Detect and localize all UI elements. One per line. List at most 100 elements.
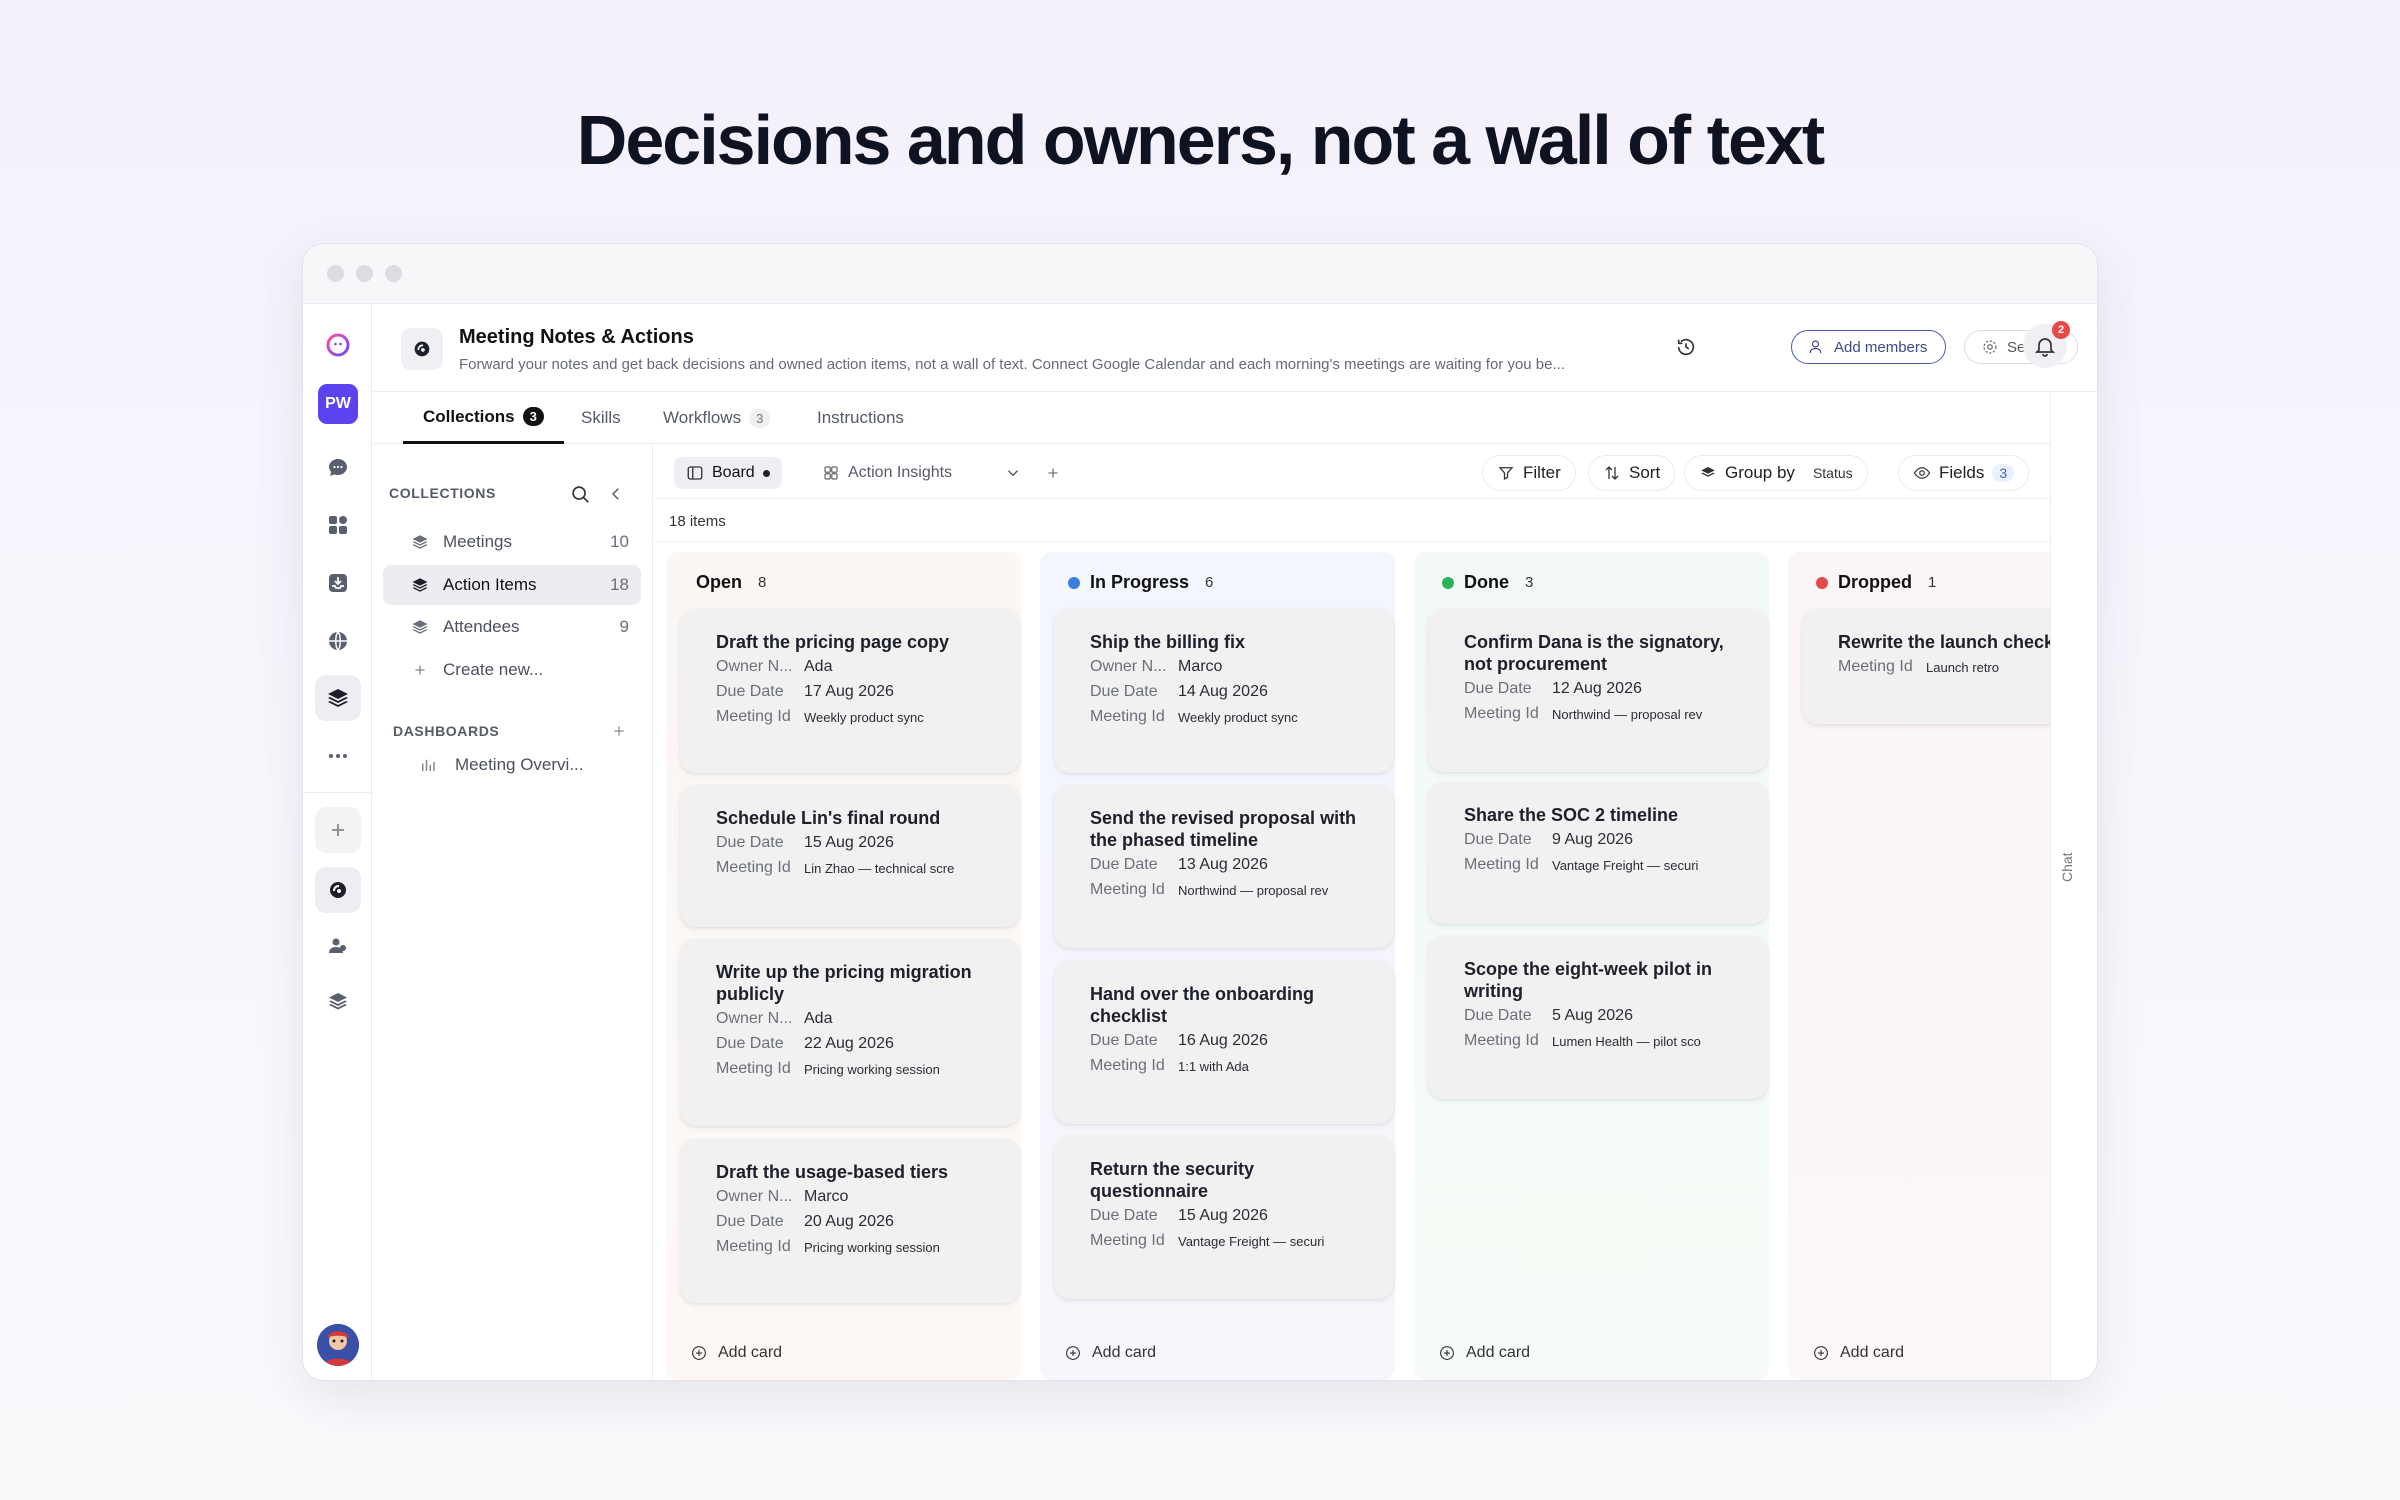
tab-collections[interactable]: Collections 3	[403, 392, 564, 444]
item-count: 18 items	[669, 513, 726, 530]
notifications-button[interactable]: 2	[2023, 321, 2070, 368]
fields-button[interactable]: Fields 3	[1898, 455, 2030, 491]
owner-value: Ada	[804, 1010, 833, 1027]
field-label: Due Date	[1090, 856, 1158, 873]
window-zoom-dot[interactable]	[385, 265, 402, 282]
add-card-button[interactable]: Add card	[1812, 1344, 1904, 1362]
bell-icon	[2034, 338, 2056, 357]
action-card[interactable]: Scope the eight-week pilot in writing Du…	[1428, 936, 1768, 1099]
action-card[interactable]: Return the security questionnaire Due Da…	[1054, 1136, 1394, 1299]
window-minimize-dot[interactable]	[356, 265, 373, 282]
apps-grid-icon[interactable]	[315, 502, 361, 548]
card-title: Share the SOC 2 timeline	[1464, 805, 1679, 825]
column-open: Open 8 Draft the pricing page copy Owner…	[666, 552, 1021, 1380]
action-card[interactable]: Schedule Lin's final round Due Date 15 Au…	[680, 785, 1020, 927]
card-title: Send the revised proposal with the phase…	[1090, 808, 1357, 850]
group-by-button[interactable]: Group by Status	[1684, 455, 1868, 491]
due-date-value: 14 Aug 2026	[1178, 683, 1268, 700]
due-date-value: 5 Aug 2026	[1552, 1007, 1633, 1024]
column-title: Done	[1464, 572, 1509, 592]
add-card-button[interactable]: Add card	[690, 1344, 782, 1362]
people-icon[interactable]	[315, 923, 361, 969]
layers-icon	[1701, 467, 1715, 477]
plus-circle-icon	[1066, 1346, 1080, 1360]
chat-panel-toggle[interactable]: Chat	[2050, 392, 2097, 1380]
column-header: In Progress 6	[1068, 572, 1213, 593]
due-date-value: 20 Aug 2026	[804, 1213, 894, 1230]
more-icon[interactable]	[315, 733, 361, 779]
agent-icon[interactable]	[315, 867, 361, 913]
globe-icon[interactable]	[315, 618, 361, 664]
headline: Decisions and owners, not a wall of text	[576, 101, 1825, 179]
chevron-down-icon[interactable]	[1004, 464, 1022, 482]
card-title: Ship the billing fix	[1090, 632, 1245, 652]
action-card[interactable]: Rewrite the launch checkl Meeting Id Laun…	[1802, 609, 2050, 724]
window-close-dot[interactable]	[327, 265, 344, 282]
meeting-id-value: Northwind — proposal rev	[1178, 882, 1329, 898]
workspace-avatar[interactable]: PW	[318, 384, 358, 424]
meeting-id-value: Vantage Freight — securi	[1552, 857, 1699, 873]
add-card-button[interactable]: Add card	[1438, 1344, 1530, 1362]
view-tab-board[interactable]: Board	[674, 457, 782, 489]
column-dropped: Dropped 1 Rewrite the launch checkl Meet…	[1788, 552, 2050, 1380]
view-tab-action-insights[interactable]: Action Insights	[810, 457, 964, 489]
add-members-button[interactable]: Add members	[1791, 330, 1947, 364]
inbox-icon[interactable]	[315, 560, 361, 606]
collapse-chevron-icon[interactable]	[607, 485, 625, 503]
dashboard-item-meeting-overview[interactable]: Meeting Overvi...	[383, 745, 641, 785]
field-label: Meeting Id	[1838, 658, 1913, 675]
action-card[interactable]: Share the SOC 2 timeline Due Date 9 Aug 2…	[1428, 782, 1768, 924]
add-view-icon[interactable]	[1044, 464, 1062, 482]
tab-workflows[interactable]: Workflows 3	[663, 392, 771, 444]
field-label: Owner N...	[1090, 658, 1167, 675]
filter-button[interactable]: Filter	[1482, 455, 1576, 491]
action-card[interactable]: Draft the pricing page copy Owner N... Ad…	[680, 609, 1020, 773]
history-icon[interactable]	[1671, 332, 1701, 362]
sidebar-item-action-items[interactable]: Action Items 18	[383, 565, 641, 605]
column-header: Done 3	[1442, 572, 1533, 593]
card-title: Draft the pricing page copy	[716, 632, 950, 652]
action-card[interactable]: Send the revised proposal with the phase…	[1054, 785, 1394, 948]
search-icon[interactable]	[569, 483, 591, 505]
action-card[interactable]: Ship the billing fix Owner N... Marco Due…	[1054, 609, 1394, 773]
add-card-button[interactable]: Add card	[1064, 1344, 1156, 1362]
card-title: Schedule Lin's final round	[716, 808, 941, 828]
add-dashboard-icon[interactable]	[611, 723, 627, 739]
tab-skills[interactable]: Skills	[581, 392, 621, 444]
user-avatar[interactable]	[317, 1324, 359, 1366]
column-count: 8	[758, 574, 767, 591]
top-tabs: Collections 3 Skills Workflows 3 Instruc…	[373, 392, 2050, 444]
field-label: Due Date	[716, 1213, 784, 1230]
meeting-id-value: Pricing working session	[804, 1239, 940, 1255]
fields-label: Fields	[1939, 463, 1985, 482]
create-new-collection[interactable]: Create new...	[383, 650, 641, 690]
app-title: Meeting Notes & Actions	[459, 326, 694, 348]
board-icon	[687, 466, 703, 480]
field-label: Due Date	[1464, 680, 1532, 697]
column-title: In Progress	[1090, 572, 1190, 592]
collections-stack-icon[interactable]	[315, 675, 361, 721]
add-icon[interactable]	[315, 807, 361, 853]
tab-instructions[interactable]: Instructions	[817, 392, 904, 444]
sidebar-item-attendees[interactable]: Attendees 9	[383, 607, 641, 647]
field-label: Due Date	[1464, 831, 1532, 848]
owner-value: Ada	[804, 658, 833, 675]
action-card[interactable]: Draft the usage-based tiers Owner N... Ma…	[680, 1139, 1020, 1303]
field-label: Due Date	[716, 683, 784, 700]
sidebar-item-meetings[interactable]: Meetings 10	[383, 522, 641, 562]
chat-icon[interactable]	[315, 445, 361, 491]
app-header: Meeting Notes & Actions Forward your not…	[373, 304, 2097, 392]
chat-label: Chat	[2059, 852, 2075, 882]
action-card[interactable]: Confirm Dana is the signatory, not procu…	[1428, 609, 1768, 772]
layers-icon[interactable]	[315, 978, 361, 1024]
due-date-value: 13 Aug 2026	[1178, 856, 1268, 873]
status-dot	[1816, 576, 1828, 589]
field-label: Owner N...	[716, 1188, 793, 1205]
action-card[interactable]: Hand over the onboarding checklist Due D…	[1054, 961, 1394, 1124]
column-done: Done 3 Confirm Dana is the signatory, no…	[1414, 552, 1769, 1380]
sort-button[interactable]: Sort	[1588, 455, 1676, 491]
action-card[interactable]: Write up the pricing migration publicly …	[680, 939, 1020, 1126]
status-dot	[1442, 576, 1454, 589]
field-label: Meeting Id	[1464, 705, 1539, 722]
app-logo-icon[interactable]	[315, 322, 361, 368]
